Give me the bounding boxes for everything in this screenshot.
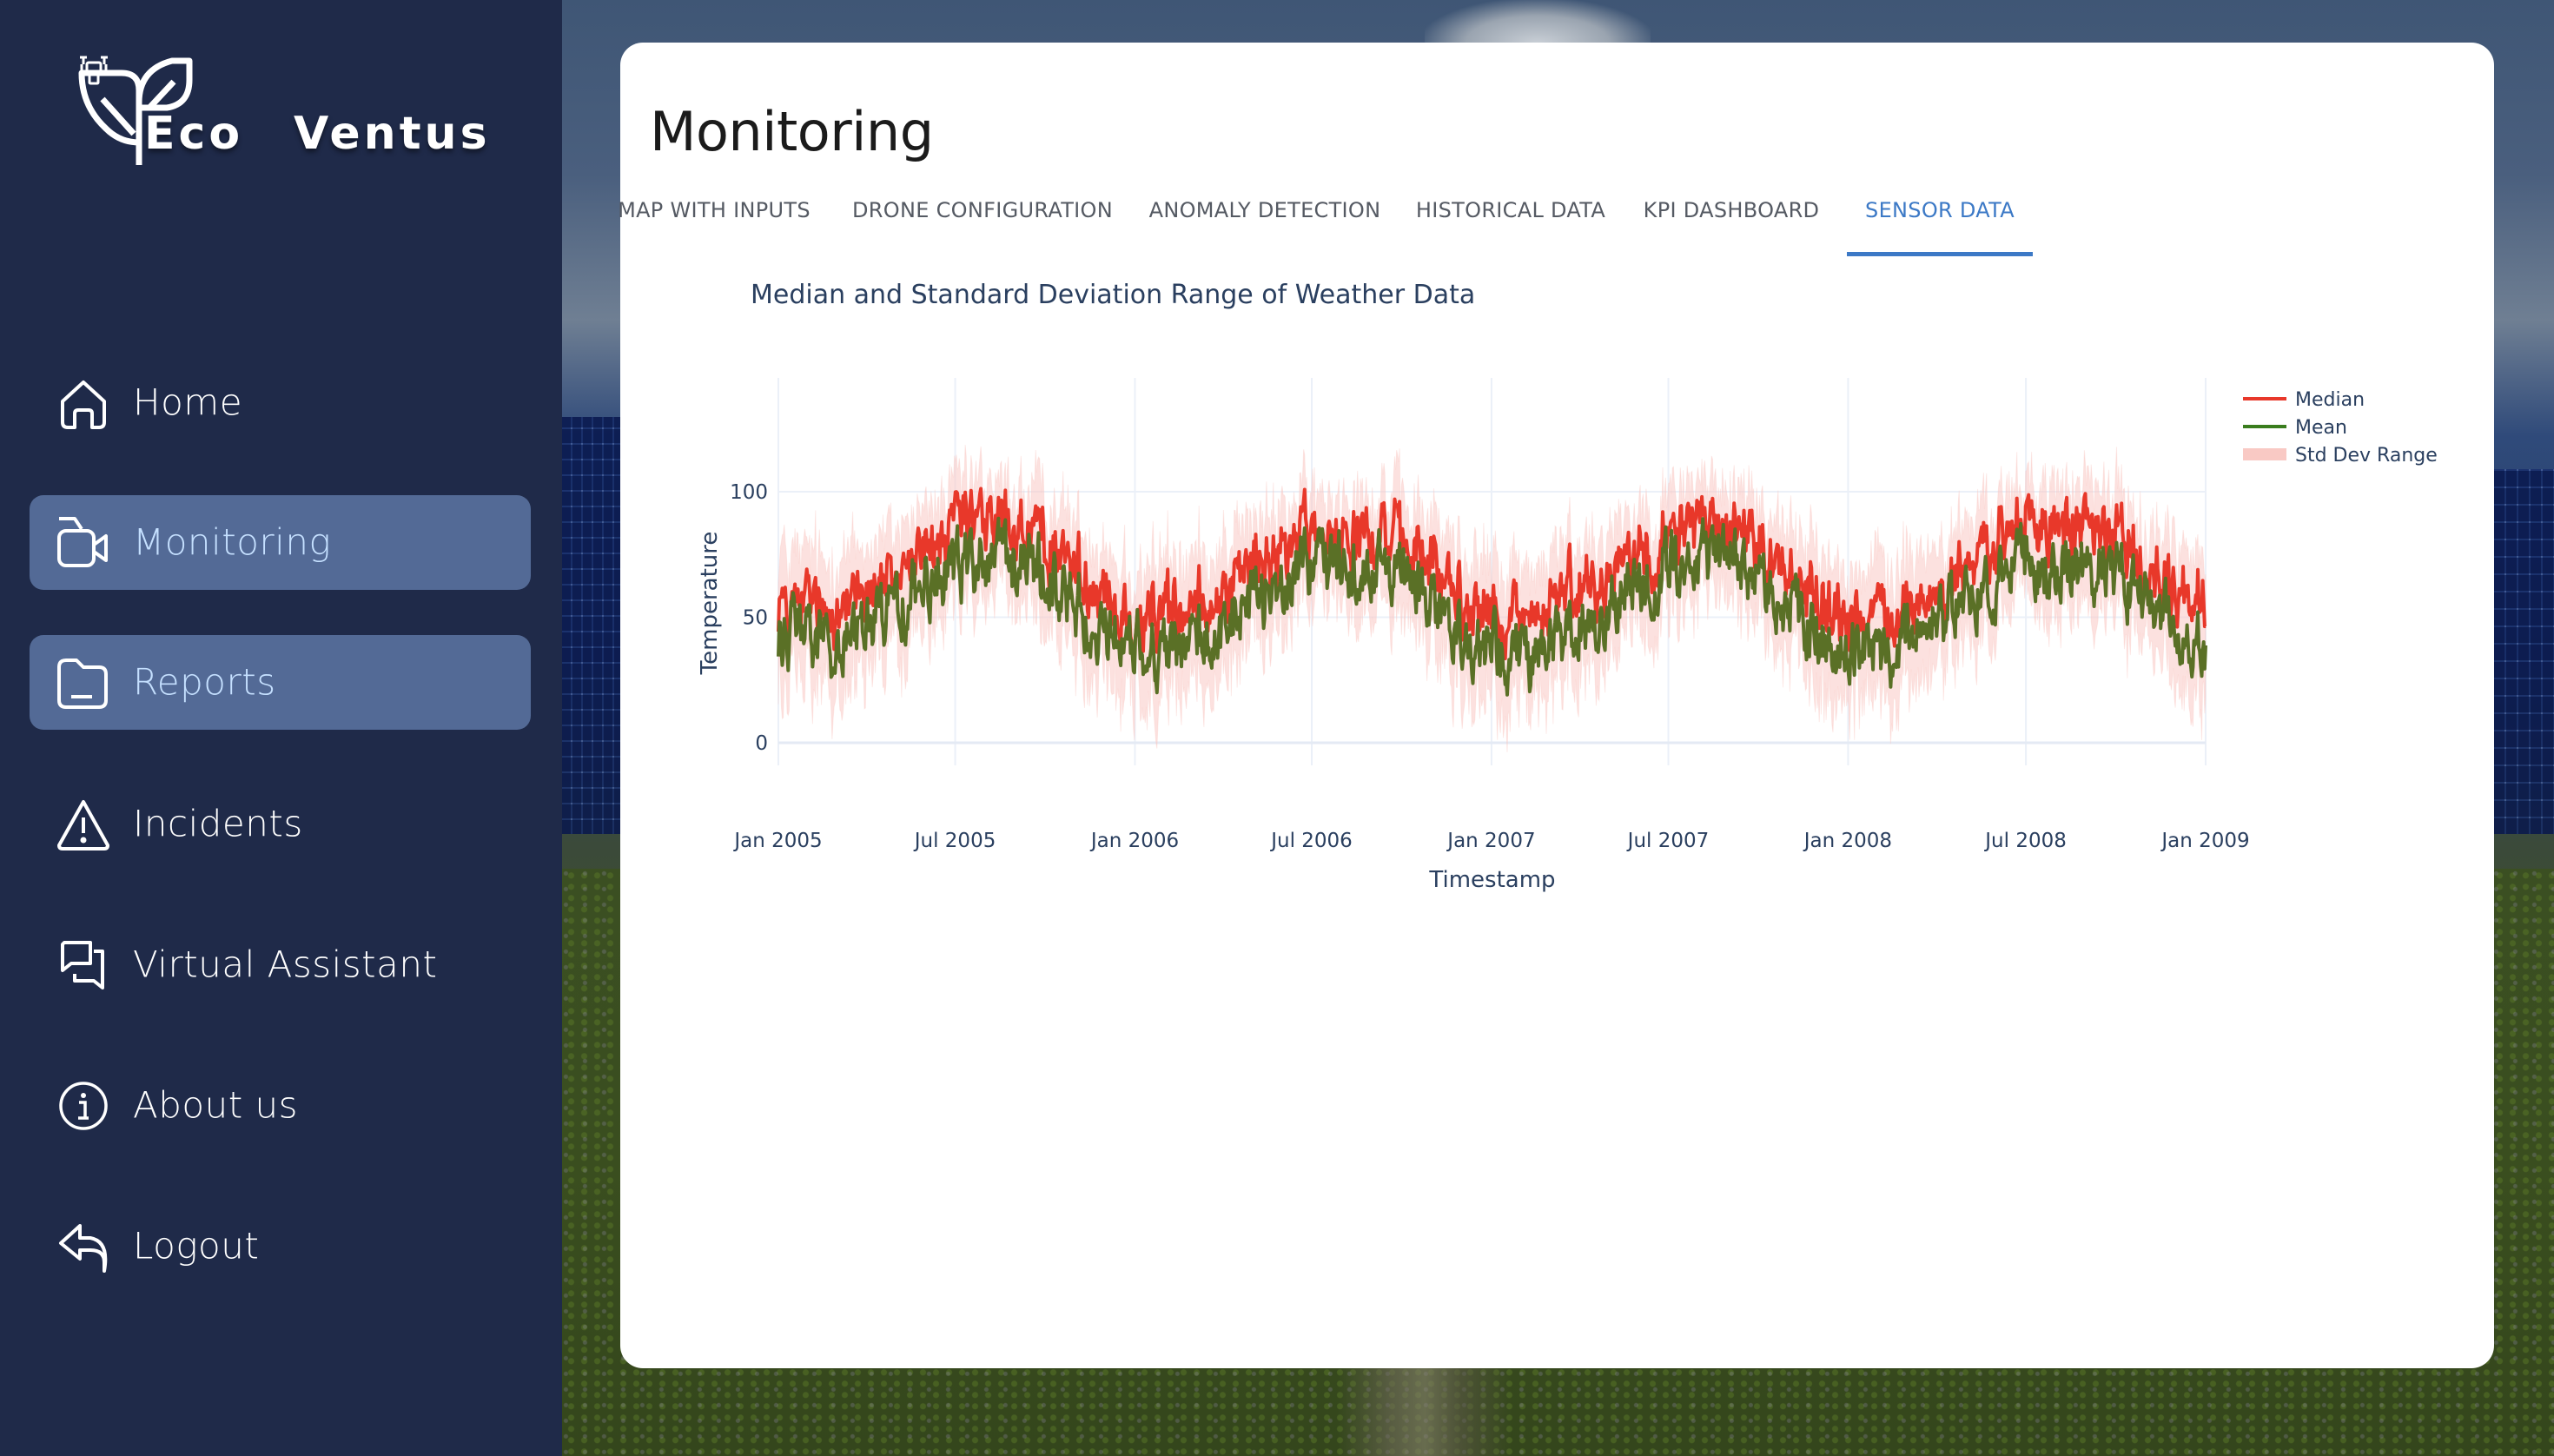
y-axis-label: Temperature: [697, 532, 723, 676]
y-tick-label: 100: [730, 481, 768, 504]
info-circle-icon: [59, 1081, 108, 1130]
sidebar-item-label: Incidents: [133, 802, 303, 845]
sidebar-item-label: Virtual Assistant: [133, 943, 438, 986]
brand-name-right: Ventus: [294, 108, 491, 160]
x-tick-label: Jan 2006: [1089, 830, 1179, 852]
brand-name-left: Eco: [144, 108, 244, 160]
x-tick-label: Jul 2007: [1626, 830, 1710, 852]
sidebar-item-logout[interactable]: Logout: [30, 1199, 531, 1294]
y-tick-label: 0: [755, 732, 768, 755]
sidebar-item-label: Monitoring: [133, 520, 332, 564]
warning-triangle-icon: [57, 799, 109, 850]
sidebar-item-label: Reports: [133, 660, 276, 704]
sidebar-item-virtual-assistant[interactable]: Virtual Assistant: [30, 917, 531, 1012]
sidebar-item-label: Logout: [133, 1224, 260, 1267]
sidebar: Eco Ventus Home Monitoring Reports Incid…: [0, 0, 562, 1456]
sidebar-item-monitoring[interactable]: Monitoring: [30, 495, 531, 590]
legend-label: Median: [2295, 389, 2365, 411]
legend-item[interactable]: Std Dev Range: [2243, 445, 2438, 467]
sidebar-item-about-us[interactable]: About us: [30, 1058, 531, 1153]
y-tick-label: 50: [743, 607, 768, 630]
x-tick-label: Jul 2006: [1269, 830, 1353, 852]
x-tick-label: Jan 2008: [1803, 830, 1892, 852]
chart-legend: Median Mean Std Dev Range: [2243, 389, 2438, 467]
x-tick-label: Jul 2008: [1983, 830, 2067, 852]
background-solar-panels-right: [2494, 469, 2554, 834]
logout-arrow-icon: [59, 1223, 108, 1273]
sidebar-item-reports[interactable]: Reports: [30, 635, 531, 730]
main-card: Monitoring MAP WITH INPUTS DRONE CONFIGU…: [618, 43, 2494, 1368]
x-axis-label: Timestamp: [1428, 867, 1555, 893]
drone-icon: [80, 56, 108, 85]
legend-label: Mean: [2295, 417, 2347, 439]
weather-chart: Jan 2005 Jul 2005 Jan 2006 Jul 2006 Jan 2007…: [697, 280, 2438, 893]
folder-icon: [57, 658, 108, 709]
background-water-channel: [1338, 1368, 1512, 1456]
x-tick-label: Jan 2009: [2160, 830, 2249, 852]
video-camera-icon: [57, 516, 108, 567]
legend-item[interactable]: Mean: [2243, 417, 2347, 439]
sidebar-item-label: About us: [133, 1083, 299, 1127]
chart-title: Median and Standard Deviation Range of W…: [751, 280, 1475, 310]
chat-bubbles-icon: [61, 940, 104, 989]
x-tick-label: Jan 2005: [732, 830, 822, 852]
sidebar-item-label: Home: [133, 381, 243, 424]
home-icon: [61, 380, 106, 429]
background-solar-panels-left: [562, 417, 623, 834]
legend-item[interactable]: Median: [2243, 389, 2365, 411]
x-tick-label: Jul 2005: [913, 830, 996, 852]
legend-label: Std Dev Range: [2295, 445, 2438, 467]
logo[interactable]: Eco Ventus: [76, 54, 493, 167]
sidebar-item-incidents[interactable]: Incidents: [30, 777, 531, 871]
background-cloud: [1425, 0, 1651, 43]
sidebar-item-home[interactable]: Home: [30, 355, 531, 450]
x-tick-label: Jan 2007: [1446, 830, 1535, 852]
legend-swatch: [2243, 448, 2286, 460]
